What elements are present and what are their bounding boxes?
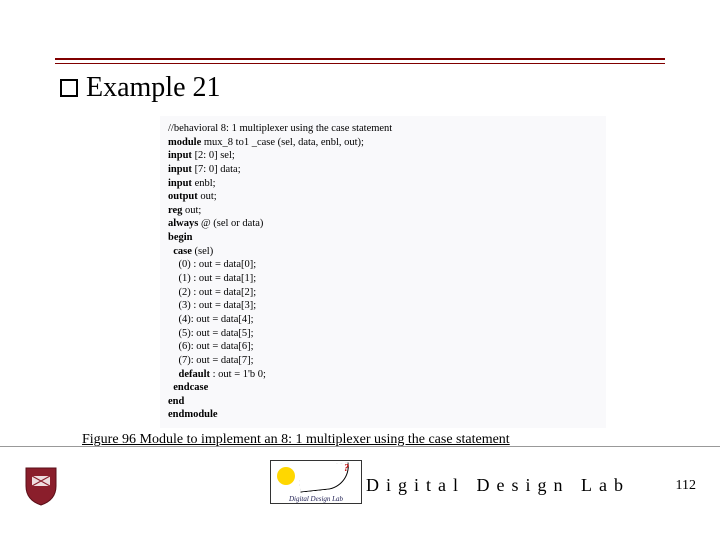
case-0: (0) : out = data[0];	[179, 259, 257, 270]
case-4: (4): out = data[4];	[179, 314, 254, 325]
diagram-label: Digital Design Lab	[271, 495, 361, 503]
kw-module: module	[168, 137, 201, 148]
kw-input-enbl: input	[168, 178, 192, 189]
kw-input-data: input	[168, 164, 192, 175]
kw-end: end	[168, 396, 184, 407]
page-number: 112	[676, 478, 696, 494]
shield-icon	[24, 466, 58, 506]
sun-icon	[277, 467, 295, 485]
kw-input-sel: input	[168, 150, 192, 161]
always-line: @ (sel or data)	[198, 218, 263, 229]
title-row: Example 21	[60, 72, 221, 104]
header-rule	[55, 58, 665, 60]
kw-endcase: endcase	[173, 382, 208, 393]
case-5: (5): out = data[5];	[179, 328, 254, 339]
case-line: (sel)	[192, 246, 213, 257]
reg-line: out;	[182, 205, 201, 216]
kw-always: always	[168, 218, 198, 229]
case-7: (7): out = data[7];	[179, 355, 254, 366]
kw-begin: begin	[168, 232, 193, 243]
footer-rule	[0, 446, 720, 447]
kw-case: case	[173, 246, 192, 257]
code-comment: //behavioral 8: 1 multiplexer using the …	[168, 123, 392, 134]
kw-output: output	[168, 191, 198, 202]
enbl-line: enbl;	[192, 178, 216, 189]
kw-default: default	[179, 369, 211, 380]
sel-line: [2: 0] sel;	[192, 150, 235, 161]
code-block: //behavioral 8: 1 multiplexer using the …	[160, 116, 606, 428]
slide-title: Example 21	[86, 72, 221, 104]
case-1: (1) : out = data[1];	[179, 273, 257, 284]
footer: ? Digital Design Lab Digital Design Lab …	[0, 456, 720, 506]
lab-diagram-icon: ? Digital Design Lab	[270, 460, 362, 504]
bullet-icon	[60, 79, 78, 97]
case-2: (2) : out = data[2];	[179, 287, 257, 298]
default-line: : out = 1'b 0;	[210, 369, 266, 380]
slide: Example 21 //behavioral 8: 1 multiplexer…	[0, 0, 720, 540]
out-decl: out;	[198, 191, 217, 202]
kw-endmodule: endmodule	[168, 409, 218, 420]
case-3: (3) : out = data[3];	[179, 300, 257, 311]
brand-text: Digital Design Lab	[366, 475, 630, 496]
case-6: (6): out = data[6];	[179, 341, 254, 352]
module-line: mux_8 to1 _case (sel, data, enbl, out);	[201, 137, 364, 148]
question-mark: ?	[344, 463, 349, 474]
data-line: [7: 0] data;	[192, 164, 241, 175]
kw-reg: reg	[168, 205, 182, 216]
